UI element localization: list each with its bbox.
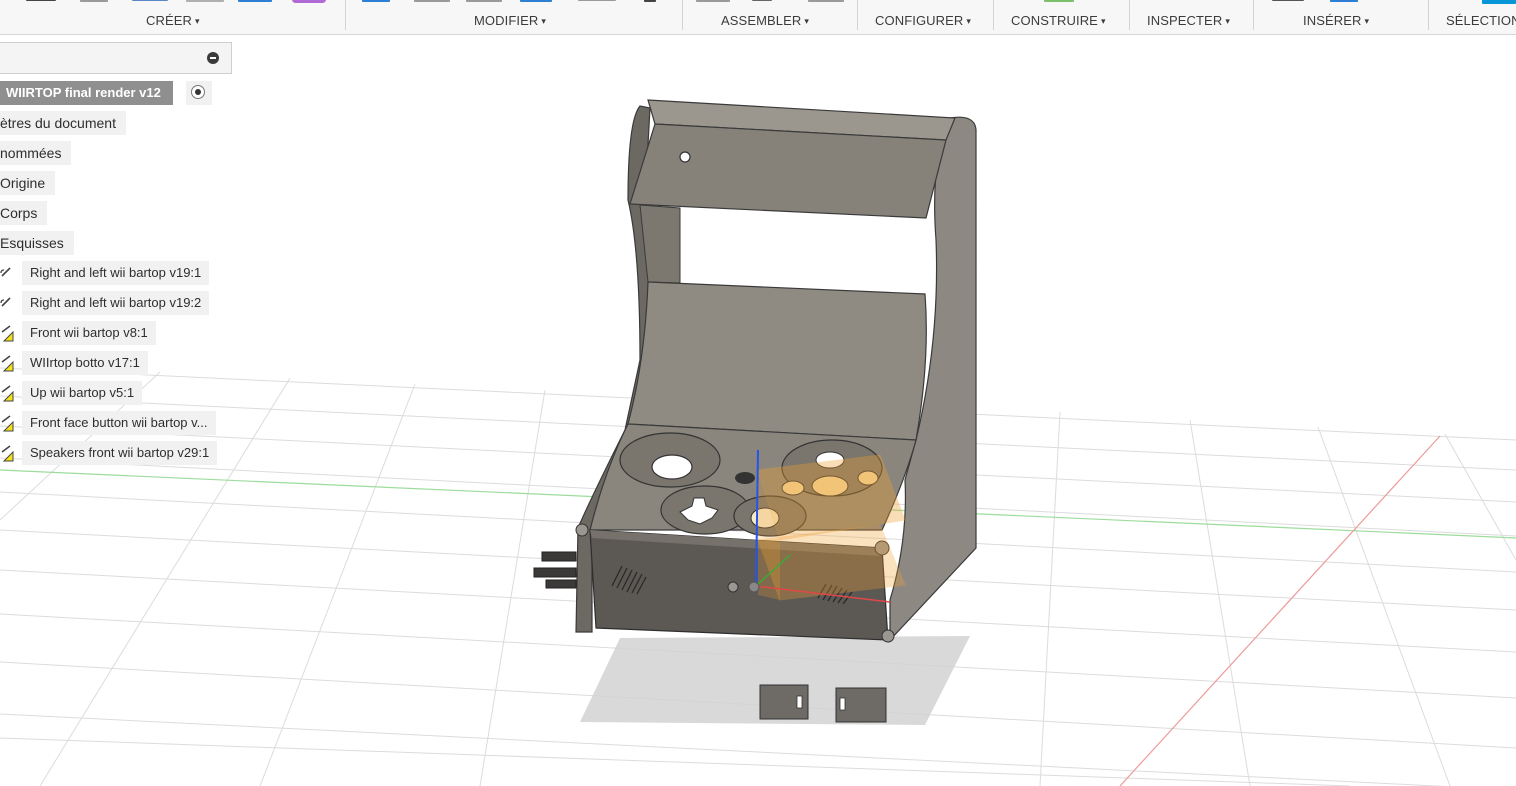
root-label: WIIRTOP final render v12	[6, 85, 161, 100]
select-icon[interactable]	[1482, 0, 1516, 4]
browser-folder-sketches[interactable]: Esquisses	[0, 231, 74, 255]
tab-create[interactable]: CRÉER ▾	[146, 13, 200, 28]
tab-construct[interactable]: CONSTRUIRE ▾	[1011, 13, 1106, 28]
chamfer-icon[interactable]	[466, 0, 502, 2]
form-icon[interactable]	[292, 0, 326, 3]
chevron-down-icon: ▾	[1100, 16, 1106, 26]
fillet-icon[interactable]	[414, 0, 450, 2]
tab-insert[interactable]: INSÉRER ▾	[1303, 13, 1369, 28]
toolbar-divider	[682, 0, 683, 30]
construct-plane-icon[interactable]	[1044, 0, 1074, 2]
sketch-label: WIIrtop botto v17:1	[22, 351, 148, 375]
loose-part-right	[835, 687, 887, 723]
bartop-model[interactable]	[533, 99, 977, 643]
loft-icon[interactable]	[238, 0, 272, 2]
y-axis-line	[1119, 435, 1441, 786]
tab-assemble[interactable]: ASSEMBLER ▾	[721, 13, 809, 28]
as-built-joint-icon[interactable]	[808, 0, 844, 2]
insert-derive-icon[interactable]	[1272, 0, 1304, 1]
sketch-label: Up wii bartop v5:1	[22, 381, 143, 405]
folder-label: nommées	[0, 145, 62, 161]
collapse-icon[interactable]	[207, 52, 219, 64]
canvas-viewport[interactable]	[0, 35, 1516, 786]
press-pull-icon[interactable]	[362, 0, 390, 2]
insert-mesh-icon[interactable]	[1330, 0, 1358, 2]
revolve-icon[interactable]	[132, 0, 168, 1]
sketch-label: Right and left wii bartop v19:2	[22, 291, 210, 315]
sketch-warning-icon	[1, 445, 14, 462]
sketch-warning-icon	[1, 325, 14, 342]
sketch-warning-icon	[1, 385, 14, 402]
browser-folder-named-views[interactable]: nommées	[0, 141, 72, 165]
chevron-down-icon: ▾	[966, 16, 972, 26]
loose-part-left	[759, 684, 809, 720]
viewport-scene[interactable]	[0, 35, 1516, 786]
sketch-link-icon	[0, 297, 11, 307]
tab-modify[interactable]: MODIFIER ▾	[474, 13, 546, 28]
shell-icon[interactable]	[520, 0, 552, 2]
new-component-icon[interactable]	[696, 0, 730, 2]
browser-folder-origin[interactable]: Origine	[0, 171, 56, 195]
toolbar-divider	[345, 0, 346, 30]
sketch-warning-icon	[1, 355, 14, 372]
browser-root-node[interactable]: WIIRTOP final render v12	[0, 81, 173, 105]
toolbar-divider	[1253, 0, 1254, 30]
tab-configure[interactable]: CONFIGURER ▾	[875, 13, 971, 28]
folder-label: Corps	[0, 205, 38, 221]
joint-icon[interactable]	[752, 0, 772, 1]
sweep-icon[interactable]	[186, 0, 224, 2]
chevron-down-icon: ▾	[804, 16, 809, 26]
sketch-label: Right and left wii bartop v19:1	[22, 261, 210, 285]
chevron-down-icon: ▾	[195, 16, 200, 26]
sketch-link-icon	[0, 267, 11, 277]
toolbar-divider	[993, 0, 994, 30]
sketch-label: Speakers front wii bartop v29:1	[22, 441, 218, 465]
toolbar-divider	[857, 0, 858, 30]
active-radio-icon[interactable]	[186, 81, 212, 105]
sketch-warning-icon	[1, 415, 14, 432]
move-icon[interactable]	[644, 0, 656, 2]
tab-select[interactable]: SÉLECTION	[1446, 13, 1516, 28]
browser-folder-document-settings[interactable]: ètres du document	[0, 111, 126, 135]
browser-header	[0, 42, 232, 74]
scale-icon[interactable]	[578, 0, 616, 1]
toolbar-divider	[1428, 0, 1429, 30]
extrude-icon[interactable]	[80, 0, 108, 2]
chevron-down-icon: ▾	[541, 16, 546, 26]
toolbar: CRÉER ▾ MODIFIER ▾ ASSEMBLER ▾ CONFIGURER ▾ …	[0, 0, 1516, 35]
create-sketch-icon[interactable]	[26, 0, 56, 1]
folder-label: Origine	[0, 175, 46, 191]
toolbar-divider	[1129, 0, 1130, 30]
tab-inspect[interactable]: INSPECTER ▾	[1147, 13, 1230, 28]
sketch-label: Front wii bartop v8:1	[22, 321, 156, 345]
sketch-label: Front face button wii bartop v...	[22, 411, 216, 435]
chevron-down-icon: ▾	[1225, 16, 1230, 26]
browser-folder-bodies[interactable]: Corps	[0, 201, 48, 225]
folder-label: ètres du document	[0, 115, 116, 131]
chevron-down-icon: ▾	[1364, 16, 1370, 26]
folder-label: Esquisses	[0, 235, 64, 251]
